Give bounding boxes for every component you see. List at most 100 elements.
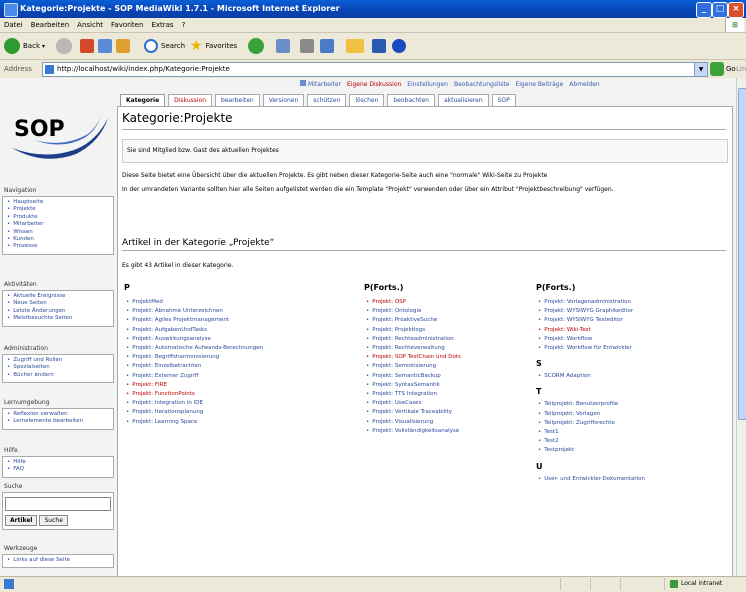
category-article-link[interactable]: Testprojekt xyxy=(536,446,706,455)
messenger-button[interactable] xyxy=(372,37,386,55)
tab-category[interactable]: Kategorie xyxy=(120,94,166,106)
favorites-button[interactable]: ★ Favorites xyxy=(190,37,237,55)
category-article-link[interactable]: Test1 xyxy=(536,428,706,437)
category-article-link[interactable]: Projekt: Externer Zugriff xyxy=(124,372,294,381)
nav-link[interactable]: Wissen xyxy=(5,229,111,236)
category-article-link[interactable]: Projekt: FIRE xyxy=(124,381,294,390)
category-article-link[interactable]: Projekt: FunctionPoints xyxy=(124,390,294,399)
go-button[interactable] xyxy=(710,62,724,76)
category-article-link[interactable]: Projekt: UseCases xyxy=(364,399,534,408)
menu-view[interactable]: Ansicht xyxy=(73,18,107,32)
category-article-link[interactable]: Teilprojekt: Benutzerprofile xyxy=(536,400,706,409)
minimize-button[interactable]: _ xyxy=(696,2,712,18)
ie-app-icon[interactable] xyxy=(4,3,18,17)
personal-talk[interactable]: Eigene Diskussion xyxy=(347,81,401,88)
tab-edit[interactable]: bearbeiten xyxy=(215,94,260,106)
category-article-link[interactable]: Projekt: Abnahme Unterzeichnen xyxy=(124,307,294,316)
article-button[interactable]: Artikel xyxy=(5,515,38,526)
activity-link[interactable]: Meistbesuchte Seiten xyxy=(5,315,111,322)
personal-preferences[interactable]: Einstellungen xyxy=(407,81,448,88)
personal-watchlist[interactable]: Beobachtungsliste xyxy=(454,81,509,88)
menu-file[interactable]: Datei xyxy=(0,18,27,32)
nav-link[interactable]: Produkte xyxy=(5,214,111,221)
vertical-scrollbar[interactable] xyxy=(736,78,746,576)
category-article-link[interactable]: Projekt: Workflow für Entwickler xyxy=(536,344,706,353)
category-article-link[interactable]: Projekt: Automatische Aufwands-Berechnun… xyxy=(124,344,294,353)
tab-sop[interactable]: SOP xyxy=(491,94,516,106)
history-button[interactable] xyxy=(248,37,264,55)
category-article-link[interactable]: SCORM Adaption xyxy=(536,372,706,381)
menu-favorites[interactable]: Favoriten xyxy=(107,18,147,32)
tab-watch[interactable]: beobachten xyxy=(387,94,435,106)
folder-button[interactable] xyxy=(346,37,364,55)
stop-button[interactable] xyxy=(80,37,94,55)
tab-history[interactable]: Versionen xyxy=(262,94,305,106)
category-article-link[interactable]: Projekt: WYSIWYG Graphikeditor xyxy=(536,307,706,316)
category-article-link[interactable]: Projekt: SyntaxSemantik xyxy=(364,381,534,390)
nav-link[interactable]: Hauptseite xyxy=(5,199,111,206)
forward-button[interactable] xyxy=(56,37,72,55)
category-article-link[interactable]: ProjektMed xyxy=(124,298,294,307)
edit-button[interactable] xyxy=(320,37,334,55)
nav-link[interactable]: Projekte xyxy=(5,206,111,213)
search-input[interactable] xyxy=(5,497,111,511)
category-article-link[interactable]: Projekt: OSP xyxy=(364,298,534,307)
category-article-link[interactable]: Projekt: Learning Space xyxy=(124,418,294,427)
category-article-link[interactable]: Projekt: Rechteverwaltung xyxy=(364,344,534,353)
sop-logo[interactable]: SOP xyxy=(4,90,116,168)
category-article-link[interactable]: Projekt: AufgabenUndTasks xyxy=(124,326,294,335)
category-article-link[interactable]: Projekt: Integration in IDE xyxy=(124,399,294,408)
activity-link[interactable]: Neue Seiten xyxy=(5,300,111,307)
category-article-link[interactable]: Projekt: Vorlagenadministration xyxy=(536,298,706,307)
links-label[interactable]: Links xyxy=(736,60,746,78)
category-article-link[interactable]: Projekt: SOP TestChain und Dots xyxy=(364,353,534,362)
category-article-link[interactable]: Projekt: Begriffsharmonisierung xyxy=(124,353,294,362)
category-article-link[interactable]: Projekt: Semiotisierung xyxy=(364,362,534,371)
admin-link[interactable]: Bücher ändern xyxy=(5,372,111,379)
menu-edit[interactable]: Bearbeiten xyxy=(27,18,73,32)
category-article-link[interactable]: Projekt: Wiki-Test xyxy=(536,326,706,335)
category-article-link[interactable]: Teilprojekt: Zugriffsrechte xyxy=(536,419,706,428)
research-button[interactable] xyxy=(392,37,406,55)
learning-link[interactable]: Reflexion verwalten xyxy=(5,411,111,418)
tab-delete[interactable]: löschen xyxy=(349,94,385,106)
tab-protect[interactable]: schützen xyxy=(307,94,347,106)
category-article-link[interactable]: Projekt: Vertikale Traceability xyxy=(364,408,534,417)
category-article-link[interactable]: Projekt: Visualisierung xyxy=(364,418,534,427)
category-article-link[interactable]: Projekt: Einzelbetrachten xyxy=(124,362,294,371)
help-link[interactable]: FAQ xyxy=(5,466,111,473)
learning-link[interactable]: Lernelemente bearbeiten xyxy=(5,418,111,425)
category-article-link[interactable]: Projekt: TTS Integration xyxy=(364,390,534,399)
mail-button[interactable] xyxy=(276,37,290,55)
admin-link[interactable]: Spezialseiten xyxy=(5,364,111,371)
close-button[interactable]: × xyxy=(728,2,744,18)
category-article-link[interactable]: User- und Entwickler-Dokumentation xyxy=(536,475,706,484)
back-button[interactable]: Back ▾ xyxy=(4,37,45,55)
category-article-link[interactable]: Projekt: SemanticBackup xyxy=(364,372,534,381)
maximize-button[interactable]: □ xyxy=(712,2,728,18)
menu-help[interactable]: ? xyxy=(178,18,190,32)
refresh-button[interactable] xyxy=(98,37,112,55)
tab-purge[interactable]: aktualisieren xyxy=(437,94,489,106)
menu-tools[interactable]: Extras xyxy=(147,18,177,32)
personal-logout[interactable]: Abmelden xyxy=(569,81,599,88)
category-article-link[interactable]: Projekt: Agiles Projektmanagement xyxy=(124,316,294,325)
activity-link[interactable]: Aktuelle Ereignisse xyxy=(5,293,111,300)
search-button[interactable]: Search xyxy=(144,37,185,55)
search-button[interactable]: Suche xyxy=(39,515,68,526)
nav-link[interactable]: Kunden xyxy=(5,236,111,243)
category-article-link[interactable]: Teilprojekt: Vorlagen xyxy=(536,410,706,419)
print-button[interactable] xyxy=(300,37,314,55)
tab-discussion[interactable]: Diskussion xyxy=(168,94,213,106)
category-article-link[interactable]: Projekt: Iterationsplanung xyxy=(124,408,294,417)
activity-link[interactable]: Letzte Änderungen xyxy=(5,308,111,315)
nav-link[interactable]: Mitarbeiter xyxy=(5,221,111,228)
category-article-link[interactable]: Projekt: Vollständigkeitsanalyse xyxy=(364,427,534,436)
category-article-link[interactable]: Projekt: Auswirkungsanalyse xyxy=(124,335,294,344)
home-button[interactable] xyxy=(116,37,130,55)
category-article-link[interactable]: Projekt: Projektlogs xyxy=(364,326,534,335)
scrollbar-thumb[interactable] xyxy=(738,88,746,420)
nav-link[interactable]: Prozesse xyxy=(5,243,111,250)
category-article-link[interactable]: Test2 xyxy=(536,437,706,446)
admin-link[interactable]: Zugriff und Rollen xyxy=(5,357,111,364)
